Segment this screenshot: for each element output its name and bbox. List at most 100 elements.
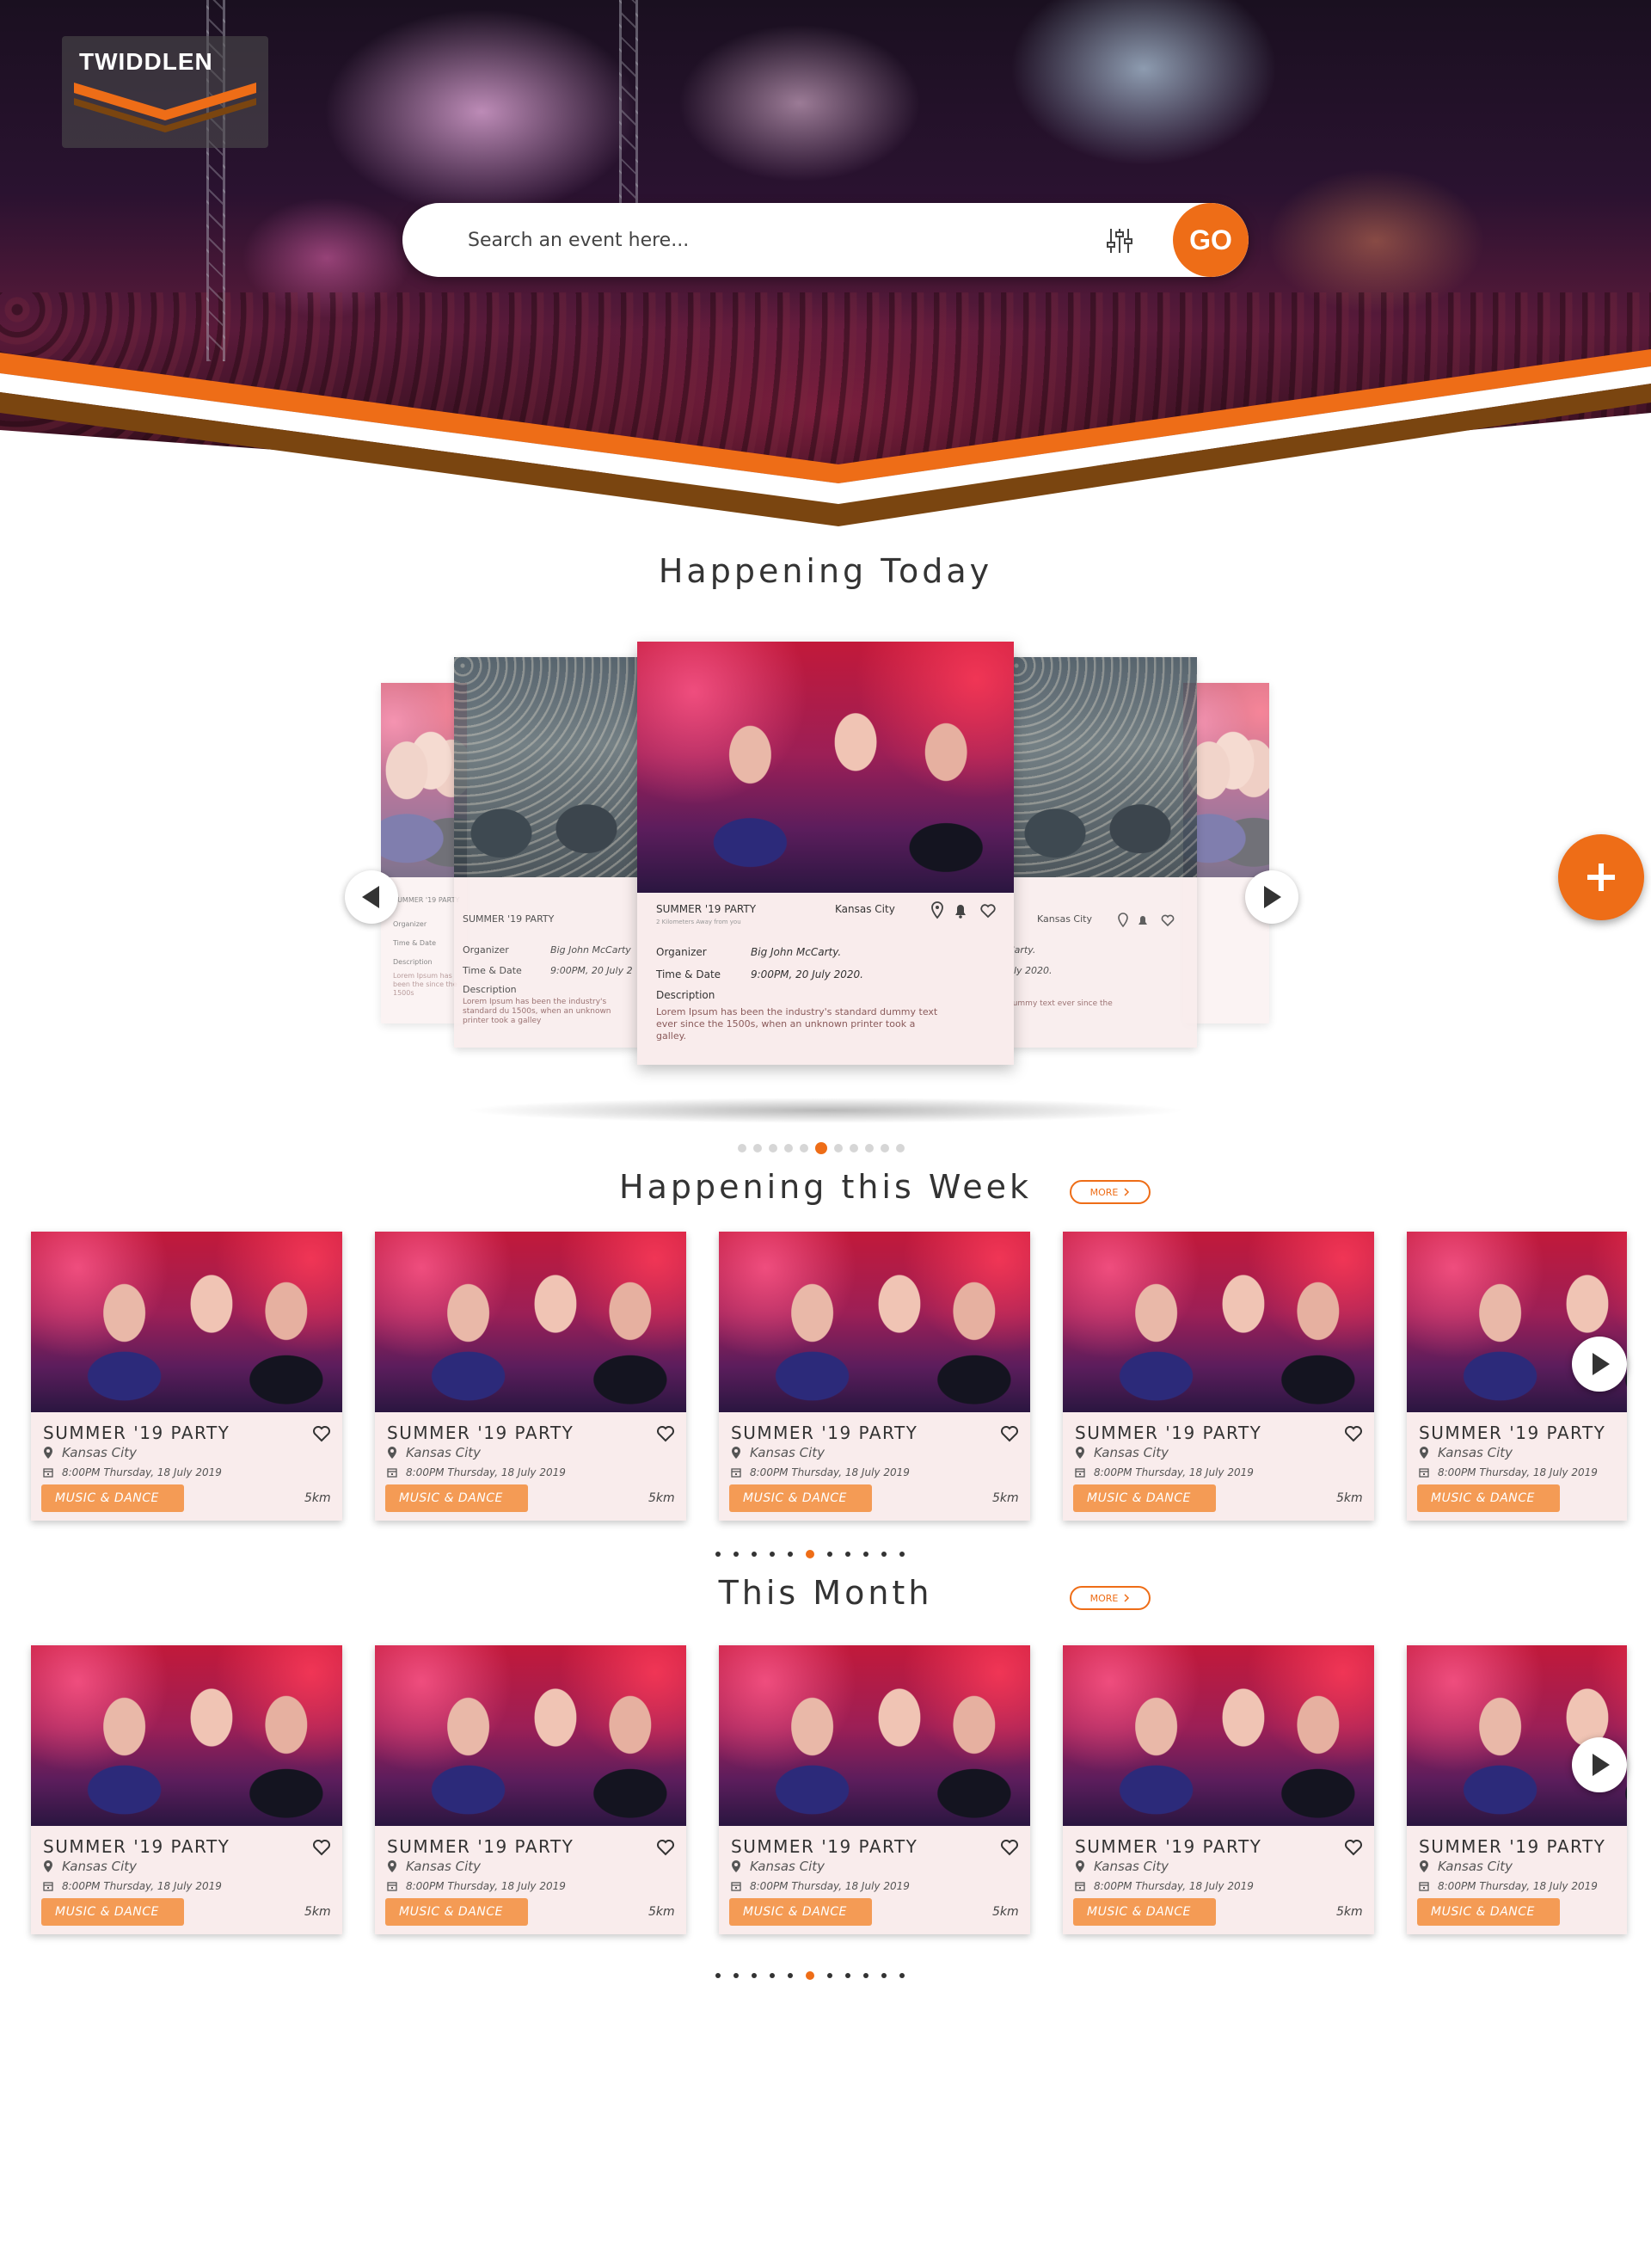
event-category-tag[interactable]: MUSIC & DANCE: [1073, 1898, 1216, 1926]
organizer-value: Big John McCarty: [550, 944, 631, 956]
pagination-dot[interactable]: [788, 1973, 793, 1978]
pagination-dot[interactable]: [753, 1144, 762, 1152]
event-category-tag[interactable]: MUSIC & DANCE: [1073, 1484, 1216, 1512]
pagination-dot[interactable]: [896, 1144, 905, 1152]
month-pagination: [715, 1971, 905, 1980]
calendar-icon: [731, 1882, 741, 1891]
heart-icon[interactable]: [1343, 1836, 1364, 1857]
event-card[interactable]: SUMMER '19 PARTY Kansas City 8:00PM Thursd…: [375, 1232, 686, 1521]
event-category-tag[interactable]: MUSIC & DANCE: [1417, 1484, 1560, 1512]
heart-icon[interactable]: [999, 1423, 1020, 1443]
calendar-icon: [387, 1468, 397, 1478]
heart-icon[interactable]: [1343, 1423, 1364, 1443]
hero-banner: TWIDDLEN GO: [0, 0, 1651, 550]
carousel-prev-button[interactable]: [345, 870, 398, 924]
pagination-dot[interactable]: [845, 1552, 850, 1557]
pagination-dot[interactable]: [806, 1971, 814, 1980]
pagination-dot[interactable]: [899, 1552, 905, 1557]
pagination-dot[interactable]: [715, 1552, 721, 1557]
add-event-button[interactable]: [1558, 834, 1644, 920]
event-category-tag[interactable]: MUSIC & DANCE: [41, 1484, 184, 1512]
event-datetime: 8:00PM Thursday, 18 July 2019: [43, 1880, 222, 1892]
pagination-dot[interactable]: [769, 1144, 777, 1152]
event-card[interactable]: SUMMER '19 PARTY Kansas City 8:00PM Thursd…: [31, 1645, 342, 1934]
card-event-name: SUMMER '19 PARTY: [463, 913, 555, 925]
pagination-dot[interactable]: [784, 1144, 793, 1152]
event-card[interactable]: SUMMER '19 PARTY Kansas City 8:00PM Thursd…: [31, 1232, 342, 1521]
week-more-button[interactable]: MORE: [1070, 1180, 1151, 1204]
pagination-dot[interactable]: [752, 1973, 757, 1978]
event-category-tag[interactable]: MUSIC & DANCE: [729, 1484, 872, 1512]
month-play-button[interactable]: [1572, 1737, 1627, 1792]
brand-logo[interactable]: TWIDDLEN: [62, 36, 268, 148]
event-datetime: 8:00PM Thursday, 18 July 2019: [731, 1466, 910, 1478]
pagination-dot[interactable]: [881, 1973, 887, 1978]
section-title-month: This Month: [718, 1574, 933, 1612]
pagination-dot[interactable]: [865, 1144, 874, 1152]
heart-icon[interactable]: [655, 1423, 676, 1443]
event-time: 8:00PM Thursday, 18 July 2019: [1438, 1880, 1598, 1892]
event-photo: [719, 1232, 1030, 1412]
brand-name: TWIDDLEN: [79, 48, 213, 75]
pagination-dot[interactable]: [738, 1144, 746, 1152]
carousel-next-button[interactable]: [1245, 870, 1298, 924]
carousel-card-left[interactable]: SUMMER '19 PARTY Organizer Big John McCa…: [454, 657, 643, 1048]
organizer-label: Organizer: [656, 946, 707, 958]
heart-icon[interactable]: [311, 1423, 332, 1443]
carousel-card-right[interactable]: Kansas City Carty. uly 2020. dummy text …: [1008, 657, 1197, 1048]
pagination-dot[interactable]: [800, 1144, 808, 1152]
carousel-card-featured[interactable]: SUMMER '19 PARTY 2 Kilometers Away from …: [637, 642, 1014, 1065]
description-label: Description: [656, 989, 715, 1001]
pagination-dot[interactable]: [863, 1552, 868, 1557]
pagination-dot[interactable]: [770, 1973, 775, 1978]
pagination-dot[interactable]: [752, 1552, 757, 1557]
pagination-dot[interactable]: [899, 1973, 905, 1978]
pagination-dot[interactable]: [715, 1973, 721, 1978]
event-category-tag[interactable]: MUSIC & DANCE: [385, 1898, 528, 1926]
location-pin-icon: [732, 1447, 740, 1459]
event-datetime: 8:00PM Thursday, 18 July 2019: [1419, 1466, 1598, 1478]
event-category-tag[interactable]: MUSIC & DANCE: [385, 1484, 528, 1512]
pagination-dot[interactable]: [733, 1552, 739, 1557]
event-datetime: 8:00PM Thursday, 18 July 2019: [1075, 1466, 1254, 1478]
week-play-button[interactable]: [1572, 1337, 1627, 1392]
event-category-tag[interactable]: MUSIC & DANCE: [1417, 1898, 1560, 1926]
pagination-dot[interactable]: [815, 1142, 827, 1154]
pagination-dot[interactable]: [788, 1552, 793, 1557]
event-distance: 5km: [992, 1905, 1019, 1919]
pagination-dot[interactable]: [733, 1973, 739, 1978]
pagination-dot[interactable]: [827, 1552, 832, 1557]
event-card[interactable]: SUMMER '19 PARTY Kansas City 8:00PM Thursd…: [1063, 1232, 1374, 1521]
search-input[interactable]: [468, 220, 1070, 260]
heart-icon[interactable]: [311, 1836, 332, 1857]
event-datetime: 8:00PM Thursday, 18 July 2019: [387, 1880, 566, 1892]
event-category-tag[interactable]: MUSIC & DANCE: [729, 1898, 872, 1926]
calendar-icon: [1419, 1882, 1429, 1891]
event-card[interactable]: SUMMER '19 PARTY Kansas City 8:00PM Thursd…: [719, 1645, 1030, 1934]
go-button[interactable]: GO: [1173, 203, 1249, 277]
pagination-dot[interactable]: [806, 1550, 814, 1558]
chevron-right-icon: [1124, 1188, 1130, 1196]
heart-icon[interactable]: [655, 1836, 676, 1857]
card-action-icons[interactable]: [930, 900, 1005, 919]
pagination-dot[interactable]: [850, 1144, 858, 1152]
event-photo: [1008, 657, 1197, 877]
event-card[interactable]: SUMMER '19 PARTY Kansas City 8:00PM Thursd…: [375, 1645, 686, 1934]
pagination-dot[interactable]: [845, 1973, 850, 1978]
month-more-button[interactable]: MORE: [1070, 1586, 1151, 1610]
pagination-dot[interactable]: [770, 1552, 775, 1557]
pagination-dot[interactable]: [863, 1973, 868, 1978]
event-card[interactable]: SUMMER '19 PARTY Kansas City 8:00PM Thursd…: [719, 1232, 1030, 1521]
event-category-tag[interactable]: MUSIC & DANCE: [41, 1898, 184, 1926]
pagination-dot[interactable]: [881, 1552, 887, 1557]
pagination-dot[interactable]: [834, 1144, 843, 1152]
event-location: Kansas City: [387, 1445, 481, 1460]
event-location: Kansas City: [1419, 1445, 1513, 1460]
event-photo: [1407, 1645, 1627, 1826]
pagination-dot[interactable]: [827, 1973, 832, 1978]
pagination-dot[interactable]: [881, 1144, 889, 1152]
event-card[interactable]: SUMMER '19 PARTY Kansas City 8:00PM Thursd…: [1063, 1645, 1374, 1934]
sliders-icon[interactable]: [1104, 225, 1135, 256]
calendar-icon: [43, 1882, 53, 1891]
heart-icon[interactable]: [999, 1836, 1020, 1857]
